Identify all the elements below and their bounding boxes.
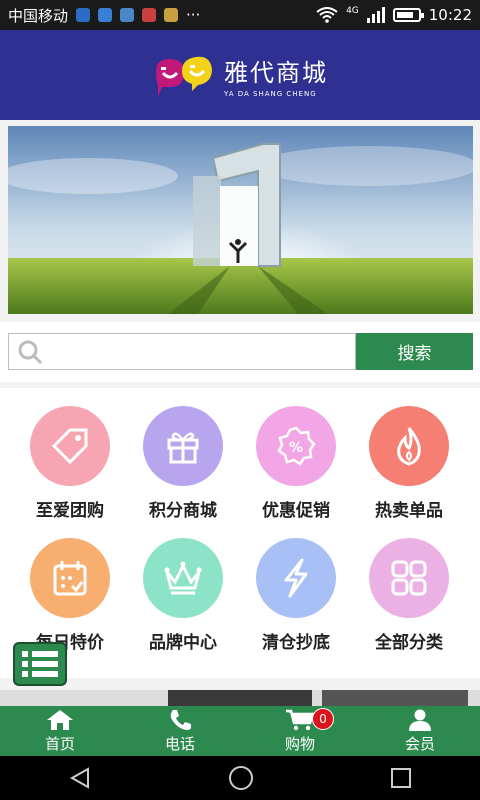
- cart-count-badge: 0: [312, 708, 334, 730]
- system-nav-bar: [0, 756, 480, 800]
- user-icon: [409, 709, 431, 731]
- phone-icon: [170, 709, 191, 730]
- more-notifications-icon: ···: [186, 6, 201, 24]
- brand-name-cn: 雅代商城: [224, 58, 328, 87]
- category-label: 热卖单品: [375, 501, 443, 521]
- app-notification-icon: [98, 8, 113, 22]
- home-icon: [47, 709, 73, 730]
- percent-badge-icon: %: [277, 426, 316, 466]
- bottom-tab-bar: 首页 电话 购物 0 会员: [0, 706, 480, 756]
- flame-icon: [397, 427, 421, 466]
- app-notification-icon: [164, 8, 179, 22]
- tab-label: 首页: [44, 734, 75, 753]
- home-button-icon[interactable]: [228, 765, 254, 791]
- search-button[interactable]: 搜索: [356, 333, 473, 370]
- back-icon[interactable]: [68, 767, 92, 789]
- category-circle: [143, 538, 223, 618]
- tab-member[interactable]: 会员: [360, 706, 480, 756]
- carrier-name: 中国移动: [8, 6, 69, 25]
- gift-icon: [167, 432, 199, 464]
- category-circle: [143, 406, 223, 486]
- search-box[interactable]: [8, 333, 356, 370]
- category-all[interactable]: 全部分类: [352, 538, 466, 653]
- lightning-icon: [284, 558, 308, 598]
- tab-label: 购物: [284, 734, 315, 753]
- search-icon: [18, 340, 43, 364]
- product-thumbnail[interactable]: [322, 690, 468, 706]
- category-label: 全部分类: [375, 633, 443, 653]
- category-circle: [30, 538, 110, 618]
- category-label: 品牌中心: [149, 633, 217, 653]
- category-label: 积分商城: [149, 501, 217, 521]
- category-circle: %: [256, 406, 336, 486]
- product-preview-strip: [0, 690, 480, 706]
- category-circle: [256, 538, 336, 618]
- category-group-buy[interactable]: 至爱团购: [13, 406, 127, 521]
- tab-label: 电话: [164, 734, 195, 753]
- recents-icon[interactable]: [390, 767, 412, 789]
- category-hot-items[interactable]: 热卖单品: [352, 406, 466, 521]
- category-promotions[interactable]: % 优惠促销: [239, 406, 353, 521]
- floating-menu-button[interactable]: [13, 642, 67, 686]
- brand-name: 雅代商城 YA DA SHANG CHENG: [224, 53, 328, 98]
- category-daily-deals[interactable]: 每日特价: [13, 538, 127, 653]
- brand-name-en: YA DA SHANG CHENG: [224, 89, 317, 98]
- category-circle: [369, 538, 449, 618]
- tab-home[interactable]: 首页: [0, 706, 120, 756]
- category-points-mall[interactable]: 积分商城: [126, 406, 240, 521]
- status-bar: 中国移动 ··· 4G 10:22: [0, 0, 480, 30]
- category-label: 清仓抄底: [262, 633, 330, 653]
- wifi-icon: [316, 7, 338, 23]
- category-circle: [369, 406, 449, 486]
- logo-mark-icon: [156, 56, 212, 97]
- tag-icon: [51, 428, 88, 465]
- app-notification-icon: [142, 8, 157, 22]
- app-notification-icon: [76, 8, 91, 22]
- signal-icon: [366, 7, 385, 23]
- app-notification-icon: [120, 8, 135, 22]
- tab-cart[interactable]: 购物 0: [240, 706, 360, 756]
- search-section: 搜索: [0, 322, 480, 382]
- category-grid: 至爱团购 积分商城 % 优惠促销 热卖单品 每日特价 品牌中心 清仓抄底 全部分…: [0, 388, 480, 678]
- category-circle: [30, 406, 110, 486]
- promo-banner[interactable]: [8, 126, 473, 314]
- category-brand-center[interactable]: 品牌中心: [126, 538, 240, 653]
- list-icon: [22, 651, 58, 657]
- category-clearance[interactable]: 清仓抄底: [239, 538, 353, 653]
- calendar-icon: [53, 561, 87, 596]
- brand-logo[interactable]: 雅代商城 YA DA SHANG CHENG: [152, 51, 328, 99]
- category-label: 优惠促销: [262, 501, 330, 521]
- grid-icon: [391, 560, 427, 596]
- list-icon-row: [22, 671, 58, 677]
- network-type: 4G: [346, 6, 359, 16]
- clock: 10:22: [428, 6, 472, 24]
- list-icon-row: [22, 661, 58, 667]
- svg-text:%: %: [289, 440, 303, 456]
- search-input[interactable]: [49, 336, 355, 367]
- cart-icon: [286, 709, 315, 730]
- category-label: 至爱团购: [36, 501, 104, 521]
- crown-icon: [164, 561, 202, 595]
- tab-phone[interactable]: 电话: [120, 706, 240, 756]
- banner-image: [8, 126, 473, 314]
- battery-icon: [392, 8, 424, 22]
- app-header: 雅代商城 YA DA SHANG CHENG: [0, 30, 480, 120]
- product-thumbnail[interactable]: [168, 690, 312, 706]
- tab-label: 会员: [404, 734, 435, 753]
